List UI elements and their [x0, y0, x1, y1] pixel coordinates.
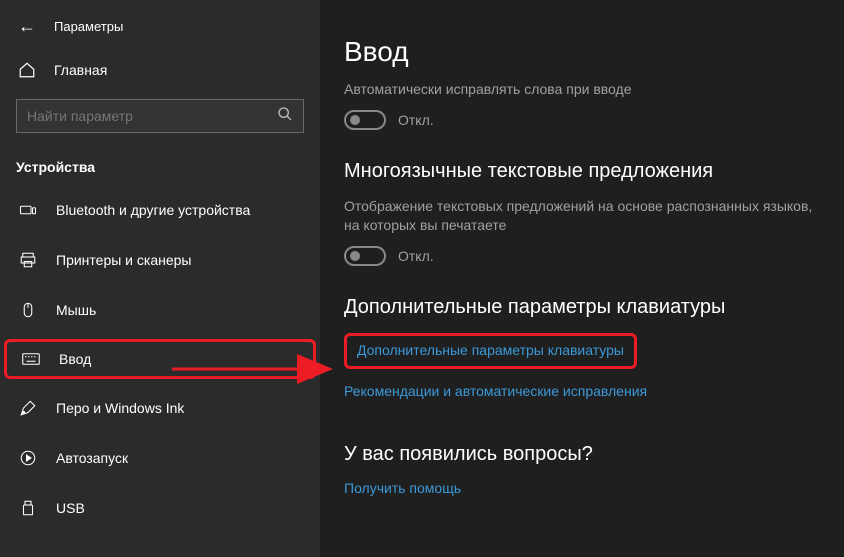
sidebar-item-autoplay[interactable]: Автозапуск: [0, 437, 320, 479]
usb-icon: [18, 499, 38, 517]
sidebar-item-typing[interactable]: Ввод: [4, 339, 316, 379]
questions-title: У вас появились вопросы?: [344, 443, 824, 466]
sidebar-item-pen[interactable]: Перо и Windows Ink: [0, 387, 320, 429]
autocorrect-toggle-row: Откл.: [344, 110, 824, 130]
sidebar-item-printers[interactable]: Принтеры и сканеры: [0, 239, 320, 281]
main-content: Ввод Автоматически исправлять слова при …: [320, 0, 844, 557]
multilingual-toggle-row: Откл.: [344, 246, 824, 266]
pen-icon: [18, 399, 38, 417]
search-input[interactable]: [27, 108, 257, 124]
multilingual-description: Отображение текстовых предложений на осн…: [344, 197, 824, 236]
home-label: Главная: [54, 62, 107, 78]
back-icon[interactable]: ←: [18, 16, 36, 37]
advanced-keyboard-link[interactable]: Дополнительные параметры клавиатуры: [357, 342, 624, 358]
home-nav[interactable]: Главная: [0, 51, 320, 89]
autocorrect-description: Автоматически исправлять слова при вводе: [344, 80, 824, 100]
sidebar-item-label: Bluetooth и другие устройства: [56, 202, 250, 218]
multilingual-toggle[interactable]: [344, 246, 386, 266]
printer-icon: [18, 251, 38, 269]
search-icon: [277, 106, 293, 127]
sidebar-item-usb[interactable]: USB: [0, 487, 320, 529]
sidebar-item-label: Автозапуск: [56, 450, 128, 466]
category-header: Устройства: [0, 147, 320, 189]
mouse-icon: [18, 301, 38, 319]
devices-icon: [18, 201, 38, 219]
sidebar-item-label: USB: [56, 500, 85, 516]
sidebar-item-label: Принтеры и сканеры: [56, 252, 191, 268]
sidebar: ← Параметры Главная Устройства Bluetooth…: [0, 0, 320, 557]
get-help-link[interactable]: Получить помощь: [344, 480, 461, 496]
advanced-keyboard-link-highlight: Дополнительные параметры клавиатуры: [344, 333, 637, 369]
advanced-keyboard-section-title: Дополнительные параметры клавиатуры: [344, 296, 824, 319]
sidebar-item-bluetooth[interactable]: Bluetooth и другие устройства: [0, 189, 320, 231]
toggle-state-label: Откл.: [398, 248, 434, 264]
multilingual-section-title: Многоязычные текстовые предложения: [344, 160, 824, 183]
autoplay-icon: [18, 449, 38, 467]
sidebar-item-label: Ввод: [59, 351, 91, 367]
recommendations-link[interactable]: Рекомендации и автоматические исправлени…: [344, 383, 647, 399]
page-title: Ввод: [344, 36, 824, 68]
search-box[interactable]: [16, 99, 304, 133]
autocorrect-toggle[interactable]: [344, 110, 386, 130]
sidebar-item-label: Перо и Windows Ink: [56, 400, 184, 416]
home-icon: [18, 61, 36, 79]
sidebar-item-mouse[interactable]: Мышь: [0, 289, 320, 331]
keyboard-icon: [21, 352, 41, 366]
sidebar-item-label: Мышь: [56, 302, 96, 318]
toggle-state-label: Откл.: [398, 112, 434, 128]
window-header: ← Параметры: [0, 10, 320, 51]
app-title: Параметры: [54, 19, 123, 34]
